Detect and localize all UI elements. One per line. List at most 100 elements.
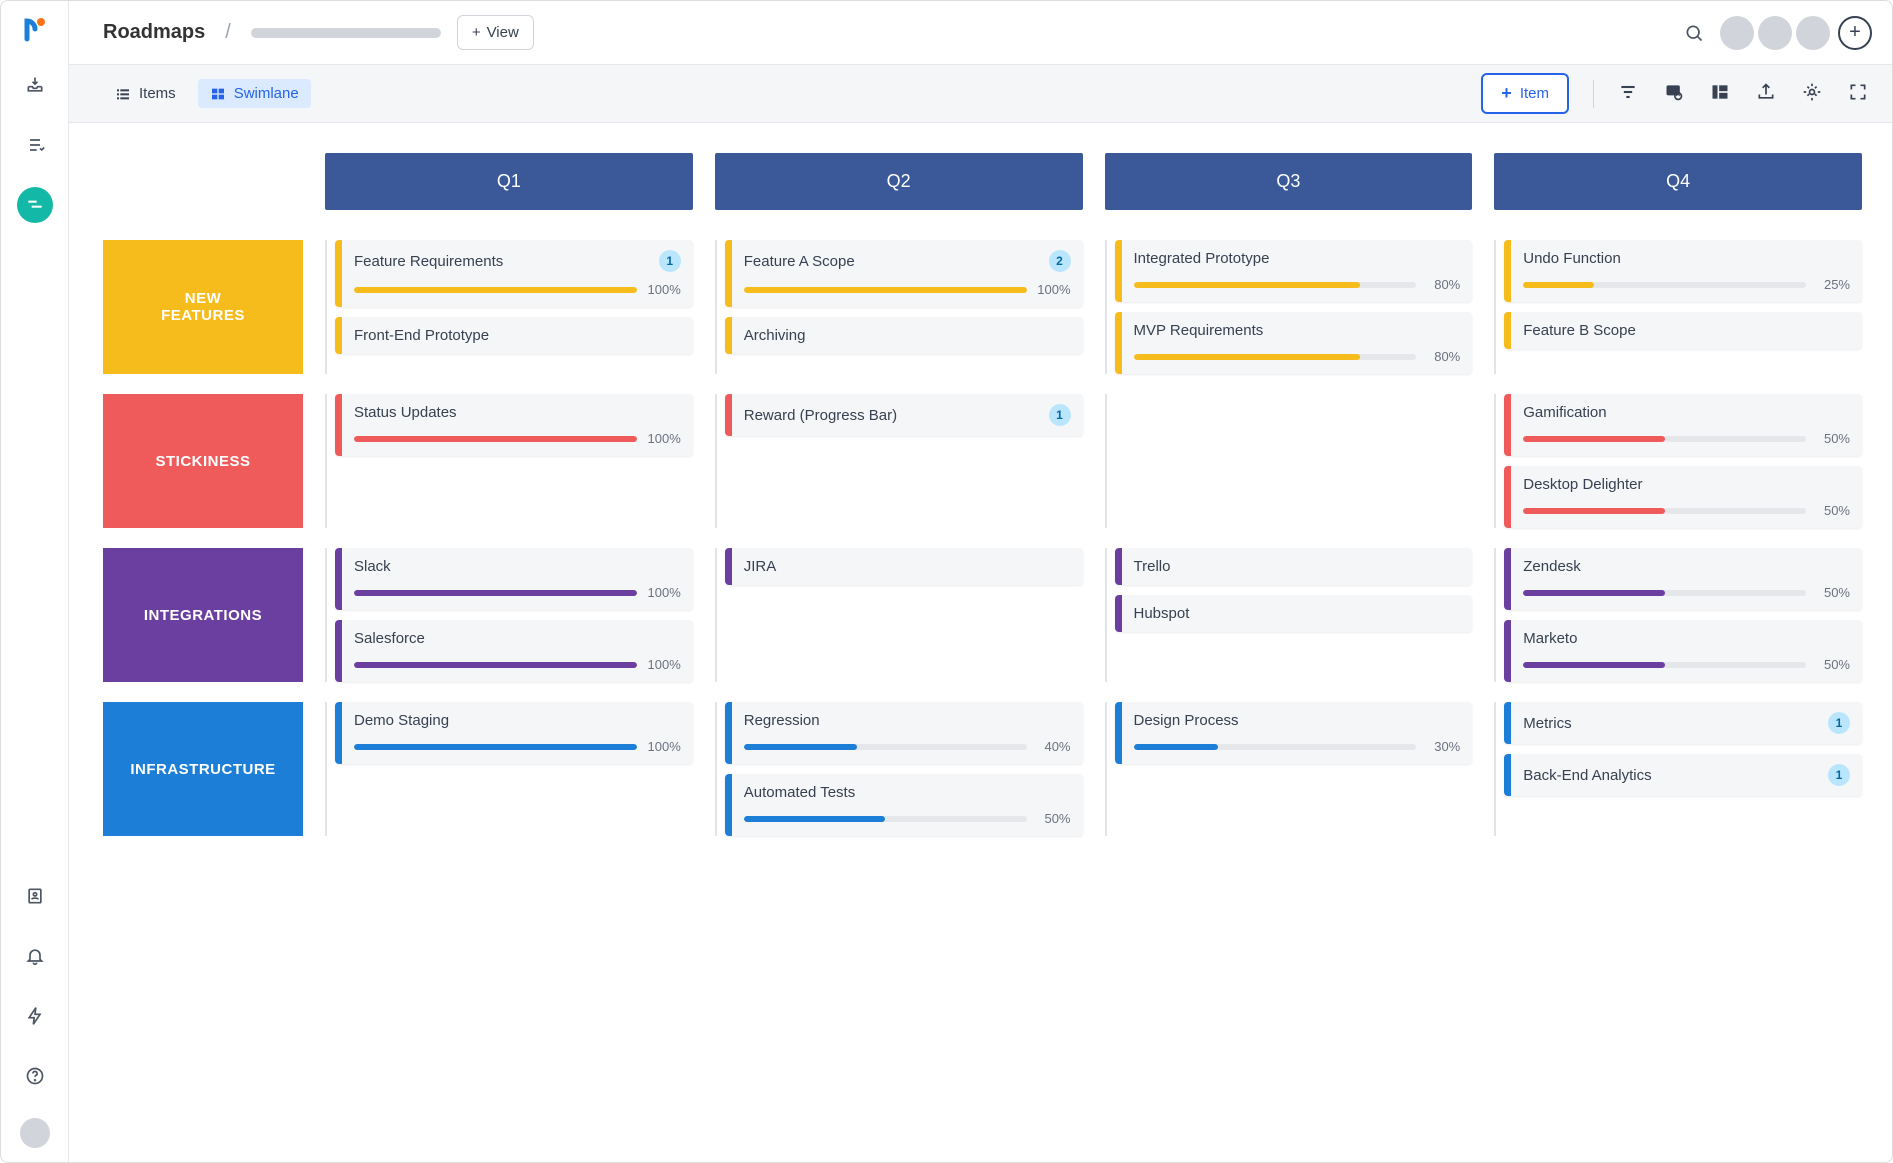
bell-icon[interactable]	[17, 938, 53, 974]
card-stripe	[1504, 394, 1511, 456]
card-title: Status Updates	[354, 404, 457, 421]
progress-bar	[1134, 744, 1417, 750]
card-badge: 1	[659, 250, 681, 272]
card-stripe	[1504, 620, 1511, 682]
card-title: Reward (Progress Bar)	[744, 407, 897, 424]
roadmap-card[interactable]: Status Updates100%	[335, 394, 693, 456]
list-check-icon[interactable]	[17, 127, 53, 163]
roadmap-card[interactable]: MVP Requirements80%	[1115, 312, 1473, 374]
card-title: Integrated Prototype	[1134, 250, 1270, 267]
roadmap-card[interactable]: Marketo 50%	[1504, 620, 1862, 682]
roadmap-card[interactable]: Trello	[1115, 548, 1473, 585]
roadmap-card[interactable]: Feature Requirements 1 100%	[335, 240, 693, 307]
user-avatar[interactable]	[20, 1118, 50, 1148]
progress-bar	[1134, 282, 1417, 288]
roadmap-card[interactable]: Zendesk50%	[1504, 548, 1862, 610]
card-stripe	[1115, 240, 1122, 302]
column-header: Q1	[325, 153, 693, 210]
help-icon[interactable]	[17, 1058, 53, 1094]
roadmap-card[interactable]: Automated Tests50%	[725, 774, 1083, 836]
lane-cell: Zendesk50% Marketo 50%	[1494, 548, 1862, 682]
tab-items[interactable]: Items	[103, 79, 188, 108]
card-title: Desktop Delighter	[1523, 476, 1642, 493]
lane-cell: Undo Function25% Feature B Scope	[1494, 240, 1862, 374]
tab-swimlane[interactable]: Swimlane	[198, 79, 311, 108]
breadcrumb-separator: /	[225, 21, 231, 44]
roadmap-card[interactable]: Slack100%	[335, 548, 693, 610]
view-toolbar: Items Swimlane + Item	[69, 65, 1892, 123]
roadmap-card[interactable]: Back-End Analytics1	[1504, 754, 1862, 796]
roadmap-card[interactable]: Archiving	[725, 317, 1083, 354]
contacts-icon[interactable]	[17, 878, 53, 914]
roadmap-card[interactable]: Hubspot	[1115, 595, 1473, 632]
card-badge: 1	[1828, 764, 1850, 786]
progress-text: 50%	[1816, 657, 1850, 672]
gear-icon[interactable]	[1802, 82, 1822, 105]
filter-icon[interactable]	[1618, 82, 1638, 105]
card-title: Regression	[744, 712, 820, 729]
progress-text: 50%	[1816, 431, 1850, 446]
column-header: Q2	[715, 153, 1083, 210]
page-title: Roadmaps	[103, 21, 205, 44]
card-title: Marketo	[1523, 630, 1577, 647]
card-title: Metrics	[1523, 715, 1571, 732]
roadmap-card[interactable]: Integrated Prototype80%	[1115, 240, 1473, 302]
card-stripe	[1504, 466, 1511, 528]
product-logo	[21, 15, 49, 43]
roadmap-card[interactable]: Demo Staging100%	[335, 702, 693, 764]
roadmap-card[interactable]: Feature B Scope	[1504, 312, 1862, 349]
card-title: Feature Requirements	[354, 253, 503, 270]
export-icon[interactable]	[1756, 82, 1776, 105]
progress-bar	[354, 436, 637, 442]
roadmap-card[interactable]: Undo Function25%	[1504, 240, 1862, 302]
card-stripe	[335, 317, 342, 354]
fullscreen-icon[interactable]	[1848, 82, 1868, 105]
roadmap-card[interactable]: Feature A Scope2100%	[725, 240, 1083, 307]
add-collaborator-button[interactable]: +	[1838, 16, 1872, 50]
add-item-button[interactable]: + Item	[1481, 73, 1569, 114]
card-stripe	[335, 702, 342, 764]
column-header: Q3	[1105, 153, 1473, 210]
card-title: Zendesk	[1523, 558, 1581, 575]
add-view-button[interactable]: + View	[457, 15, 534, 50]
card-stripe	[1115, 595, 1122, 632]
roadmap-card[interactable]: Metrics 1	[1504, 702, 1862, 744]
card-stripe	[1504, 702, 1511, 744]
link-icon[interactable]	[1664, 82, 1684, 105]
avatar[interactable]	[1796, 16, 1830, 50]
progress-bar	[1523, 508, 1806, 514]
roadmap-card[interactable]: Design Process30%	[1115, 702, 1473, 764]
lane-label-new-features: NEWFEATURES	[103, 240, 303, 374]
progress-text: 100%	[647, 585, 681, 600]
progress-bar	[744, 287, 1027, 293]
roadmap-card[interactable]: JIRA	[725, 548, 1083, 585]
page-header: Roadmaps / + View +	[69, 1, 1892, 65]
avatar[interactable]	[1758, 16, 1792, 50]
progress-bar	[1523, 282, 1806, 288]
card-stripe	[1504, 548, 1511, 610]
roadmap-card[interactable]: Regression40%	[725, 702, 1083, 764]
avatar[interactable]	[1720, 16, 1754, 50]
progress-text: 100%	[647, 282, 681, 297]
layout-icon[interactable]	[1710, 82, 1730, 105]
search-icon[interactable]	[1676, 15, 1712, 51]
roadmap-card[interactable]: Front-End Prototype	[335, 317, 693, 354]
card-title: Demo Staging	[354, 712, 449, 729]
lane-cell: Design Process30%	[1105, 702, 1473, 836]
card-stripe	[725, 317, 732, 354]
roadmap-card[interactable]: Reward (Progress Bar)1	[725, 394, 1083, 436]
roadmap-icon[interactable]	[17, 187, 53, 223]
progress-bar	[354, 744, 637, 750]
roadmap-card[interactable]: Salesforce100%	[335, 620, 693, 682]
swimlane-board: Q1Q2Q3Q4NEWFEATURESFeature Requirements1…	[69, 123, 1892, 1162]
breadcrumb-placeholder	[251, 28, 441, 38]
roadmap-card[interactable]: Gamification50%	[1504, 394, 1862, 456]
lane-cell: JIRA	[715, 548, 1083, 682]
card-badge: 1	[1828, 712, 1850, 734]
add-item-label: Item	[1520, 85, 1549, 102]
card-stripe	[335, 394, 342, 456]
bolt-icon[interactable]	[17, 998, 53, 1034]
lane-label-infrastructure: INFRASTRUCTURE	[103, 702, 303, 836]
roadmap-card[interactable]: Desktop Delighter50%	[1504, 466, 1862, 528]
inbox-icon[interactable]	[17, 67, 53, 103]
